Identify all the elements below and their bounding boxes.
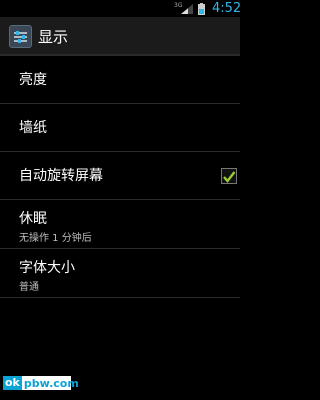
setting-label: 墙纸 [19, 120, 47, 136]
auto-rotate-checkbox[interactable] [221, 168, 237, 184]
checkmark-icon [223, 171, 236, 183]
setting-label: 亮度 [19, 72, 47, 88]
setting-sleep[interactable]: 休眠 无操作 1 分钟后 [0, 200, 240, 249]
setting-brightness[interactable]: 亮度 [0, 56, 240, 104]
battery-icon [198, 3, 205, 15]
signal-icon [181, 4, 193, 14]
setting-summary: 无操作 1 分钟后 [19, 233, 92, 244]
clock: 4:52 [212, 1, 242, 16]
setting-summary: 普通 [19, 282, 39, 293]
setting-wallpaper[interactable]: 墙纸 [0, 104, 240, 152]
watermark-logo: ok pbw.com [3, 376, 79, 390]
settings-list: 亮度 墙纸 自动旋转屏幕 休眠 无操作 1 分钟后 字体大小 普通 [0, 56, 240, 298]
watermark-text: pbw.com [23, 376, 79, 390]
settings-app-icon[interactable] [9, 25, 32, 48]
action-bar: 显示 [0, 17, 240, 56]
setting-label: 自动旋转屏幕 [19, 168, 103, 184]
setting-font-size[interactable]: 字体大小 普通 [0, 249, 240, 298]
setting-label: 休眠 [19, 211, 47, 227]
watermark-prefix: ok [3, 376, 22, 390]
setting-label: 字体大小 [19, 260, 75, 276]
page-title: 显示 [38, 28, 69, 46]
setting-auto-rotate[interactable]: 自动旋转屏幕 [0, 152, 240, 200]
status-bar: 3G 4:52 [0, 0, 242, 17]
